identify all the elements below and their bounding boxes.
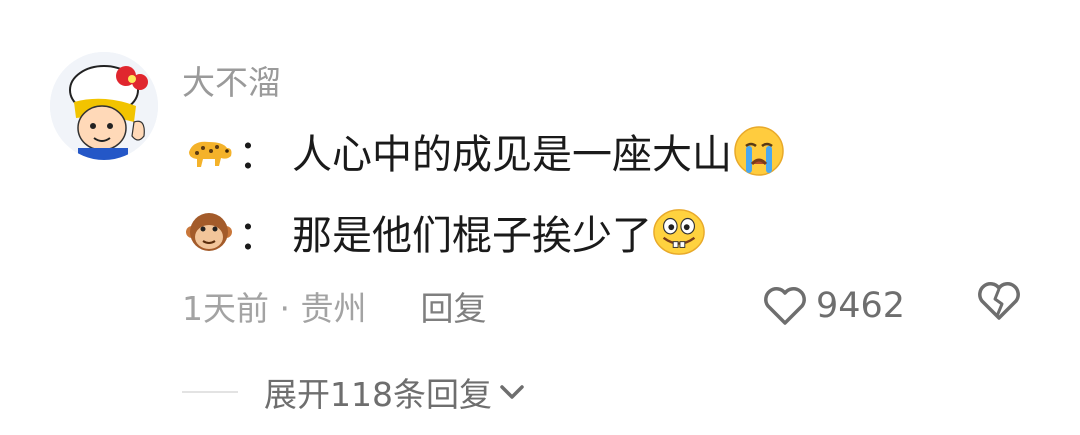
heart-icon bbox=[764, 287, 806, 325]
user-avatar[interactable] bbox=[50, 52, 158, 160]
expand-replies-label: 展开118条回复 bbox=[264, 375, 492, 414]
comment-meta: 1天前 · 贵州 回复 bbox=[182, 282, 486, 330]
comment-username[interactable]: 大不溜 bbox=[182, 60, 281, 106]
line-colon: ： bbox=[238, 213, 278, 259]
chevron-down-icon bbox=[500, 385, 524, 399]
buck-teeth-emoji-icon bbox=[652, 205, 706, 259]
leopard-emoji-icon bbox=[182, 124, 236, 178]
avatar-image bbox=[50, 52, 158, 160]
comment-text-line-1: 人心中的成见是一座大山 bbox=[292, 132, 732, 178]
comment-line-1: ： 人心中的成见是一座大山 bbox=[182, 123, 786, 179]
comment-line-2: ： 那是他们棍子挨少了 bbox=[182, 204, 706, 260]
broken-heart-icon bbox=[978, 282, 1020, 320]
divider-line bbox=[182, 391, 238, 393]
expand-replies[interactable]: 展开118条回复 bbox=[182, 367, 526, 417]
dislike-button[interactable] bbox=[976, 280, 1022, 326]
comment-text-line-2: 那是他们棍子挨少了 bbox=[292, 213, 652, 259]
crying-emoji-icon bbox=[732, 124, 786, 178]
like-button[interactable]: 9462 bbox=[762, 280, 905, 332]
monkey-emoji-icon bbox=[182, 205, 236, 259]
line-colon: ： bbox=[238, 132, 278, 178]
comment-time-location: 1天前 · 贵州 bbox=[182, 289, 367, 328]
reply-button[interactable]: 回复 bbox=[420, 282, 486, 330]
like-count: 9462 bbox=[816, 286, 906, 326]
